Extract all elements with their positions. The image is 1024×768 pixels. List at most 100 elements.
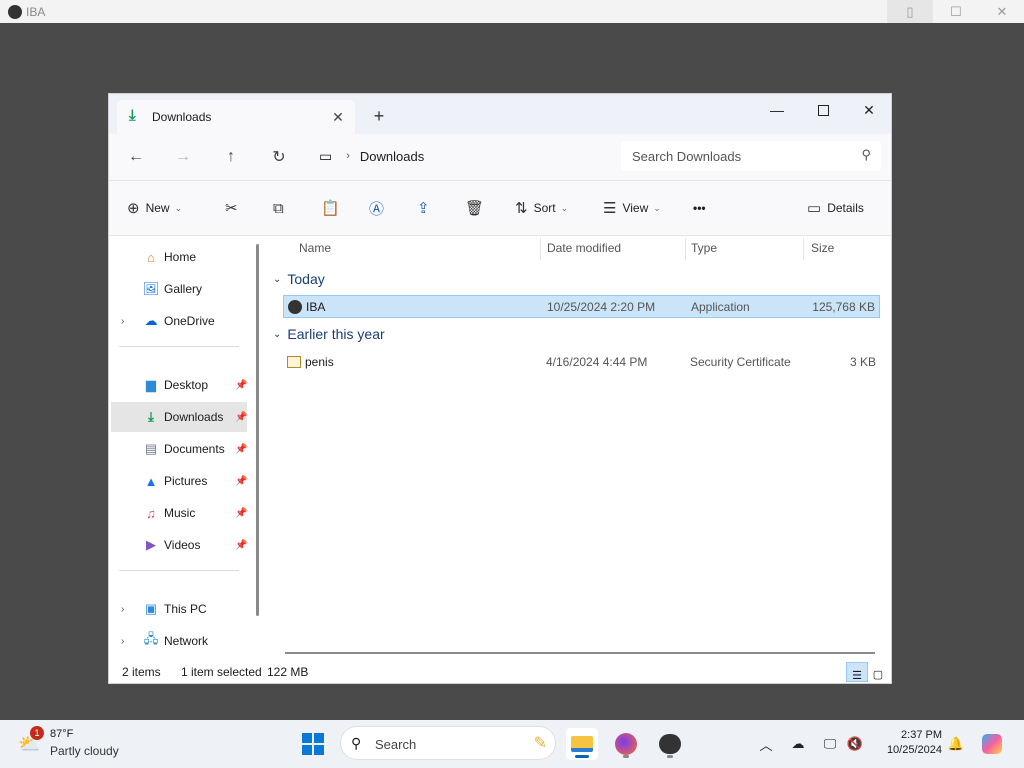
rename-icon: Ⓐ: [369, 200, 385, 218]
pin-icon[interactable]: 📌: [235, 508, 247, 519]
maximize-button[interactable]: [801, 96, 845, 124]
column-header-size[interactable]: Size: [811, 241, 834, 255]
host-titlebar: IBA ▯ ☐ ✕: [0, 0, 1024, 23]
sidebar-item-videos[interactable]: ▶ Videos 📌: [111, 530, 247, 560]
host-maximize-button[interactable]: ☐: [933, 0, 979, 23]
scissors-icon: ✂: [225, 200, 238, 217]
file-name: penis: [305, 354, 334, 369]
network-tray[interactable]: 🖵: [818, 732, 842, 756]
file-date: 4/16/2024 4:44 PM: [546, 354, 648, 369]
plus-icon: +: [373, 105, 385, 126]
sidebar-item-documents[interactable]: ▤ Documents 📌: [111, 434, 248, 464]
minimize-button[interactable]: —: [755, 96, 799, 124]
minimize-icon: —: [770, 102, 784, 118]
sidebar-item-network[interactable]: › 🖧 Network: [111, 626, 247, 656]
app-icon: [8, 4, 22, 19]
sidebar-item-label: Music: [164, 506, 196, 520]
copy-icon: ⧉: [273, 199, 284, 217]
back-button[interactable]: ←: [121, 143, 151, 171]
iba-app-icon: [659, 734, 681, 754]
download-icon: ⤓: [129, 107, 136, 124]
search-icon: ⚲: [351, 735, 362, 751]
pin-icon[interactable]: 📌: [235, 476, 247, 487]
sidebar-item-onedrive[interactable]: › ☁ OneDrive: [111, 306, 247, 336]
group-header-earlier[interactable]: ⌄ Earlier this year: [273, 326, 385, 342]
rename-button[interactable]: Ⓐ: [369, 195, 390, 221]
sort-button[interactable]: ⇅ Sort ⌄: [515, 195, 568, 221]
sidebar-scrollbar[interactable]: [256, 244, 259, 616]
more-button[interactable]: •••: [693, 195, 706, 221]
pin-icon[interactable]: 📌: [235, 444, 247, 455]
chevron-right-icon[interactable]: ›: [121, 604, 124, 615]
new-tab-button[interactable]: +: [367, 104, 391, 128]
running-indicator: [667, 755, 673, 758]
taskbar-file-explorer[interactable]: [566, 728, 598, 760]
file-row-penis[interactable]: penis 4/16/2024 4:44 PM Security Certifi…: [283, 350, 880, 373]
refresh-button[interactable]: ↻: [264, 143, 294, 171]
volume-tray[interactable]: 🔇: [843, 732, 867, 756]
list-view-icon: ☰: [603, 200, 617, 217]
details-label: Details: [827, 201, 864, 215]
sidebar-item-home[interactable]: ⌂ Home: [111, 242, 247, 272]
taskbar-iba[interactable]: [654, 728, 686, 760]
onedrive-tray[interactable]: ☁: [786, 732, 810, 756]
item-count: 2 items: [122, 665, 161, 679]
tab-downloads[interactable]: ⤓ Downloads ✕: [117, 100, 355, 134]
host-close-button[interactable]: ✕: [979, 0, 1024, 23]
sidebar-item-this-pc[interactable]: › ▣ This PC: [111, 594, 247, 624]
taskbar-search[interactable]: ⚲ Search ✎: [340, 726, 556, 760]
taskbar-search-placeholder: Search: [375, 737, 417, 752]
pin-icon[interactable]: 📌: [235, 380, 247, 391]
clock[interactable]: 2:37 PM 10/25/2024: [872, 728, 942, 758]
paste-button[interactable]: 📋: [321, 195, 346, 221]
sidebar-item-label: This PC: [164, 602, 207, 616]
start-button[interactable]: [297, 728, 329, 760]
maximize-icon: [817, 104, 829, 116]
tab-close-button[interactable]: ✕: [327, 106, 349, 128]
copilot-button[interactable]: [980, 732, 1004, 756]
search-input[interactable]: Search Downloads ⚲: [621, 141, 881, 171]
breadcrumb[interactable]: Downloads: [360, 149, 424, 164]
chevron-right-icon[interactable]: ›: [121, 636, 124, 647]
chevron-right-icon[interactable]: ›: [121, 316, 124, 327]
share-button[interactable]: ⇪: [417, 195, 436, 221]
up-button[interactable]: ↑: [216, 143, 246, 171]
details-view-button[interactable]: ☰: [846, 662, 868, 682]
close-button[interactable]: ✕: [847, 96, 891, 124]
new-button[interactable]: ⊕ New ⌄: [127, 195, 182, 221]
sidebar-item-desktop[interactable]: ▆ Desktop 📌: [111, 370, 247, 400]
view-button[interactable]: ☰ View ⌄: [603, 195, 661, 221]
column-header-type[interactable]: Type: [691, 241, 717, 255]
sidebar-item-pictures[interactable]: ▲ Pictures 📌: [111, 466, 248, 496]
sidebar-item-downloads[interactable]: ⤓ Downloads 📌: [111, 402, 247, 432]
selection-count: 1 item selected: [181, 665, 262, 679]
column-divider[interactable]: [803, 238, 804, 260]
column-divider[interactable]: [540, 238, 541, 260]
delete-button[interactable]: 🗑: [465, 195, 490, 221]
column-divider[interactable]: [685, 238, 686, 260]
address-bar[interactable]: ▭ › Downloads: [315, 141, 611, 171]
host-minimize-button[interactable]: ▯: [887, 0, 933, 23]
file-list: Name Date modified Type Size ⌄ Today IBA…: [265, 236, 891, 656]
weather-widget[interactable]: ⛅ 1 87°F Partly cloudy: [18, 726, 138, 762]
sidebar-item-gallery[interactable]: 🖼 Gallery: [111, 274, 247, 304]
column-header-date[interactable]: Date modified: [547, 241, 621, 255]
list-view-icon: ☰: [852, 670, 862, 682]
details-button[interactable]: ▭ Details: [807, 195, 864, 221]
cut-button[interactable]: ✂: [225, 195, 244, 221]
chevron-down-icon: ⌄: [174, 202, 183, 213]
horizontal-scrollbar[interactable]: [285, 652, 875, 654]
pin-icon[interactable]: 📌: [235, 412, 247, 423]
forward-button[interactable]: →: [168, 143, 198, 171]
sidebar-item-label: Pictures: [164, 474, 208, 488]
tiles-view-button[interactable]: ▢: [868, 662, 888, 681]
column-header-name[interactable]: Name: [299, 241, 331, 255]
file-row-iba[interactable]: IBA 10/25/2024 2:20 PM Application 125,7…: [283, 295, 880, 318]
taskbar-firefox[interactable]: [610, 728, 642, 760]
pin-icon[interactable]: 📌: [235, 540, 247, 551]
copy-button[interactable]: ⧉: [273, 195, 290, 221]
show-hidden-icons-button[interactable]: ︿: [754, 732, 778, 756]
sidebar-item-music[interactable]: ♫ Music 📌: [111, 498, 247, 528]
group-header-today[interactable]: ⌄ Today: [273, 271, 325, 287]
notifications-button[interactable]: 🔔: [944, 732, 968, 756]
